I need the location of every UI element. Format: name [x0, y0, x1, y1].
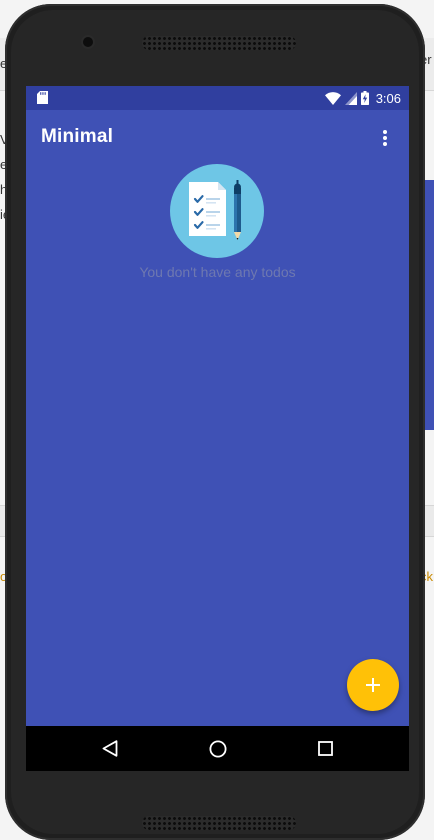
status-bar: 3:06 — [26, 86, 409, 110]
nav-home-button[interactable] — [194, 726, 242, 771]
status-time: 3:06 — [375, 90, 401, 106]
cell-signal-icon — [344, 91, 357, 105]
todo-list-area: You don't have any todos — [26, 164, 409, 726]
empty-state-message: You don't have any todos — [139, 264, 296, 280]
wifi-icon — [324, 91, 341, 105]
plus-icon — [366, 678, 380, 692]
nav-back-button[interactable] — [86, 726, 134, 771]
status-icons: 3:06 — [324, 86, 401, 110]
home-icon — [209, 740, 227, 757]
battery-charging-icon — [360, 91, 369, 105]
device-screen: 3:06 Minimal You don't have any todos — [26, 86, 409, 771]
back-icon — [102, 740, 118, 757]
app-title: Minimal — [41, 126, 114, 147]
sd-card-icon — [37, 91, 48, 104]
add-todo-button[interactable] — [347, 659, 399, 711]
system-navigation-bar — [26, 726, 409, 771]
bottom-speaker-grille — [142, 816, 296, 830]
app-bar: Minimal — [26, 110, 409, 166]
more-vert-icon — [383, 130, 387, 146]
overflow-menu-button[interactable] — [367, 120, 403, 156]
phone-frame: 3:06 Minimal You don't have any todos — [5, 4, 425, 840]
nav-recents-button[interactable] — [301, 726, 349, 771]
recents-icon — [317, 741, 333, 756]
todo-checklist-illustration — [170, 164, 264, 258]
top-speaker-grille — [142, 36, 296, 50]
front-camera — [83, 37, 93, 47]
